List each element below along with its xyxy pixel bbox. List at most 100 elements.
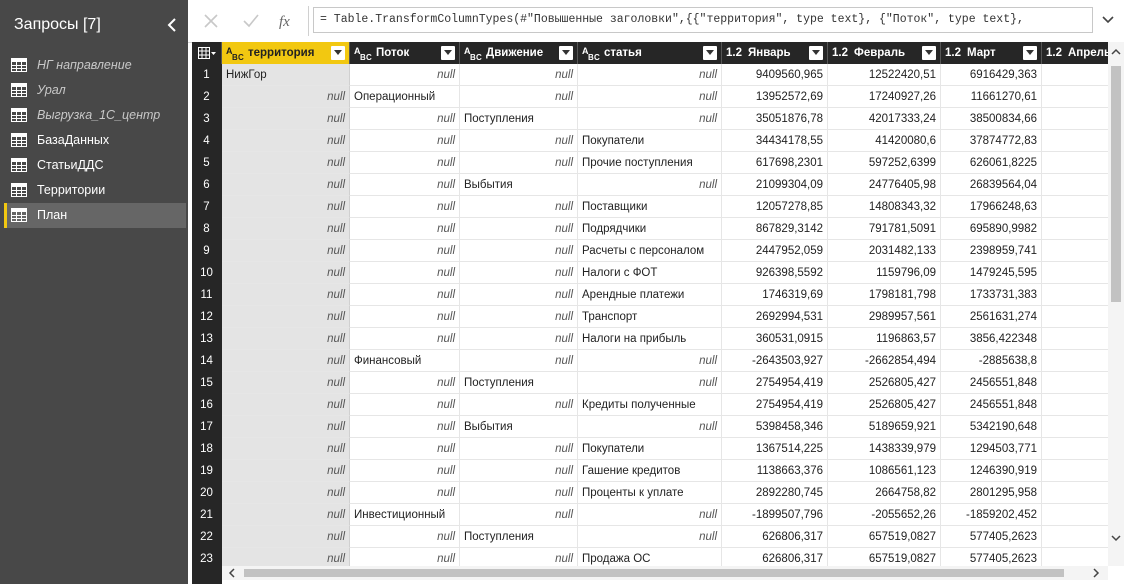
cancel-formula-icon[interactable]: [200, 10, 222, 32]
table-cell[interactable]: Операционный: [350, 86, 460, 108]
table-cell[interactable]: null: [460, 460, 578, 482]
table-cell[interactable]: null: [350, 174, 460, 196]
table-row[interactable]: 19 null null null Гашение кредитов 1138663,37…: [192, 460, 1108, 482]
table-cell[interactable]: null: [222, 438, 350, 460]
table-cell[interactable]: 52155: [1042, 526, 1108, 548]
scroll-right-icon[interactable]: [1090, 567, 1102, 579]
table-cell[interactable]: 6916429,363: [941, 64, 1042, 86]
table-row[interactable]: 13 null null null Налоги на прибыль 360531,09…: [192, 328, 1108, 350]
table-cell[interactable]: Арендные платежи: [578, 284, 722, 306]
table-cell[interactable]: 1086561,123: [828, 460, 941, 482]
filter-dropdown-icon[interactable]: [809, 46, 823, 60]
table-cell[interactable]: 5342190,648: [941, 416, 1042, 438]
table-cell[interactable]: Покупатели: [578, 438, 722, 460]
table-cell[interactable]: 617698,2301: [722, 152, 828, 174]
vertical-scroll-thumb[interactable]: [1111, 66, 1121, 302]
table-cell[interactable]: 13137: [1042, 438, 1108, 460]
table-cell[interactable]: 1438339,979: [828, 438, 941, 460]
query-item[interactable]: Выгрузка_1С_центр: [4, 103, 186, 128]
table-cell[interactable]: null: [222, 504, 350, 526]
table-cell[interactable]: 12057278,85: [722, 196, 828, 218]
scroll-down-icon[interactable]: [1110, 532, 1122, 544]
table-cell[interactable]: null: [222, 130, 350, 152]
table-cell[interactable]: -1833: [1042, 504, 1108, 526]
table-cell[interactable]: 3856,422348: [941, 328, 1042, 350]
filter-dropdown-icon[interactable]: [441, 46, 455, 60]
table-row[interactable]: 14 null Финансовый null null -2643503,927 -266…: [192, 350, 1108, 372]
table-cell[interactable]: null: [460, 196, 578, 218]
query-item[interactable]: Территории: [4, 178, 186, 203]
table-cell[interactable]: Финансовый: [350, 350, 460, 372]
table-cell[interactable]: Подрядчики: [578, 218, 722, 240]
scroll-left-icon[interactable]: [226, 567, 238, 579]
table-cell[interactable]: Выбытия: [460, 416, 578, 438]
column-header[interactable]: A B C Поток: [350, 42, 460, 64]
table-cell[interactable]: 37874772,83: [941, 130, 1042, 152]
table-cell[interactable]: null: [578, 174, 722, 196]
table-cell[interactable]: null: [460, 240, 578, 262]
table-cell[interactable]: 5189659,921: [828, 416, 941, 438]
table-cell[interactable]: null: [222, 306, 350, 328]
table-cell[interactable]: 626806,317: [722, 548, 828, 566]
table-cell[interactable]: 926398,5592: [722, 262, 828, 284]
column-header[interactable]: A B Cтерритория: [222, 42, 350, 64]
table-cell[interactable]: 1294503,771: [941, 438, 1042, 460]
table-row[interactable]: 7 null null null Поставщики 12057278,85 148083…: [192, 196, 1108, 218]
table-cell[interactable]: 11661270,61: [941, 86, 1042, 108]
table-cell[interactable]: Проценты к уплате: [578, 482, 722, 504]
table-cell[interactable]: -1899507,796: [722, 504, 828, 526]
table-cell[interactable]: 2692994,531: [722, 306, 828, 328]
table-cell[interactable]: null: [222, 152, 350, 174]
filter-dropdown-icon[interactable]: [703, 46, 717, 60]
table-cell[interactable]: Инвестиционный: [350, 504, 460, 526]
table-cell[interactable]: null: [578, 350, 722, 372]
table-cell[interactable]: Выбытия: [460, 174, 578, 196]
table-row[interactable]: 17 null null Выбытия null 5398458,346 5189659,…: [192, 416, 1108, 438]
table-cell[interactable]: 98100: [1042, 262, 1108, 284]
table-cell[interactable]: null: [350, 482, 460, 504]
table-cell[interactable]: 32073: [1042, 306, 1108, 328]
table-cell[interactable]: null: [578, 86, 722, 108]
table-cell[interactable]: 70553: [1042, 460, 1108, 482]
table-cell[interactable]: null: [222, 196, 350, 218]
table-cell[interactable]: null: [222, 240, 350, 262]
table-cell[interactable]: 657519,0827: [828, 526, 941, 548]
table-cell[interactable]: null: [350, 394, 460, 416]
table-cell[interactable]: 1746319,69: [722, 284, 828, 306]
horizontal-scrollbar[interactable]: [222, 566, 1108, 580]
table-cell[interactable]: null: [578, 108, 722, 130]
table-cell[interactable]: 84462: [1042, 218, 1108, 240]
query-item[interactable]: Урал: [4, 78, 186, 103]
table-cell[interactable]: -28841: [1042, 350, 1108, 372]
table-cell[interactable]: 1367514,225: [722, 438, 828, 460]
column-header[interactable]: 1.2 Февраль: [828, 42, 941, 64]
table-row[interactable]: 11 null null null Арендные платежи 1746319,69…: [192, 284, 1108, 306]
table-cell[interactable]: null: [350, 460, 460, 482]
confirm-formula-icon[interactable]: [240, 10, 262, 32]
table-cell[interactable]: null: [460, 64, 578, 86]
table-cell[interactable]: null: [460, 548, 578, 566]
table-cell[interactable]: null: [460, 284, 578, 306]
table-cell[interactable]: null: [350, 284, 460, 306]
table-cell[interactable]: null: [350, 372, 460, 394]
column-header[interactable]: 1.2 Апрель: [1042, 42, 1108, 64]
table-cell[interactable]: null: [222, 174, 350, 196]
table-cell[interactable]: null: [460, 504, 578, 526]
table-cell[interactable]: null: [460, 306, 578, 328]
table-cell[interactable]: null: [578, 64, 722, 86]
table-row[interactable]: 12 null null null Транспорт 2692994,531 298995…: [192, 306, 1108, 328]
table-cell[interactable]: 626806,317: [722, 526, 828, 548]
table-cell[interactable]: null: [350, 328, 460, 350]
table-cell[interactable]: 2526805,427: [828, 394, 941, 416]
table-cell[interactable]: 4197: [1042, 130, 1108, 152]
table-cell[interactable]: 13952572,69: [722, 86, 828, 108]
table-row[interactable]: 4 null null null Покупатели 34434178,55 414200…: [192, 130, 1108, 152]
table-cell[interactable]: 1428: [1042, 86, 1108, 108]
table-cell[interactable]: 1733731,383: [941, 284, 1042, 306]
table-cell[interactable]: null: [350, 64, 460, 86]
table-row[interactable]: 22 null null Поступления null 626806,317 65751…: [192, 526, 1108, 548]
table-cell[interactable]: 2031482,133: [828, 240, 941, 262]
table-row[interactable]: 10 null null null Налоги с ФОТ 926398,5592 115…: [192, 262, 1108, 284]
table-cell[interactable]: Прочие поступления: [578, 152, 722, 174]
table-cell[interactable]: 1479245,595: [941, 262, 1042, 284]
